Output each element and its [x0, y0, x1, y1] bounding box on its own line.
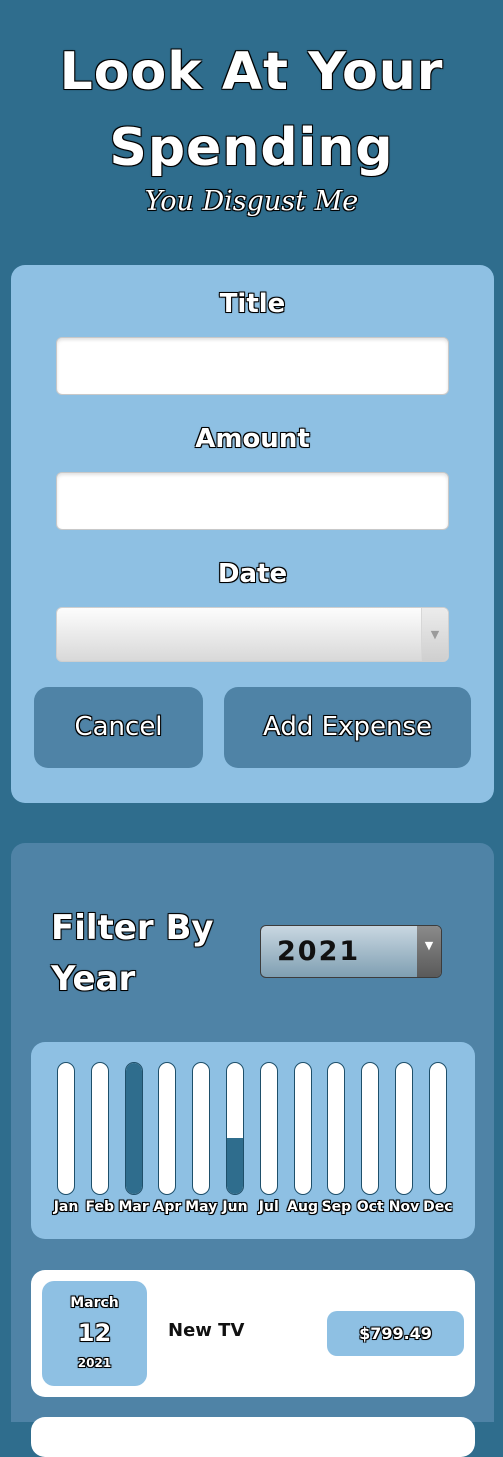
expenses-panel: Filter By Year 2021 ▼ Jan Feb Mar Apr May Jun… — [11, 843, 494, 1457]
page-title: Look At Your Spending — [59, 42, 444, 178]
year-filter-select[interactable]: 2021 ▼ — [260, 925, 442, 978]
cancel-button[interactable]: Cancel — [34, 687, 203, 768]
expense-date-day: 12 — [77, 1319, 112, 1347]
chart-bar-fill — [125, 1063, 142, 1194]
year-value: 2021 — [277, 936, 361, 967]
date-input[interactable]: ▼ — [56, 607, 449, 662]
expense-item: March 12 2021 New TV $799.49 — [31, 1270, 475, 1397]
date-label: Date — [217, 559, 288, 589]
chart-bar-may — [192, 1062, 211, 1195]
chevron-down-icon: ▼ — [417, 926, 441, 977]
chart-bar-sep — [327, 1062, 346, 1195]
title-label: Title — [219, 289, 286, 319]
expense-date: March 12 2021 — [42, 1281, 147, 1386]
expense-title: New TV — [168, 1320, 245, 1341]
chart-month-label: Dec — [423, 1199, 453, 1215]
chart-bar-fill — [227, 1138, 243, 1194]
chart-bar-jan — [57, 1062, 75, 1195]
amount-label: Amount — [195, 424, 310, 454]
chevron-down-icon: ▼ — [421, 608, 448, 661]
filter-label: Filter By Year — [51, 908, 214, 999]
chart-bar-apr — [158, 1062, 177, 1195]
chart-bar-dec — [428, 1062, 447, 1195]
expense-item — [31, 1417, 475, 1457]
expense-date-year: 2021 — [77, 1356, 112, 1370]
chart-bar-mar — [124, 1062, 143, 1195]
chart-bar-nov — [395, 1062, 413, 1195]
page-subtitle: You Disgust Me — [144, 186, 359, 217]
chart-bar-jul — [259, 1062, 278, 1195]
monthly-spending-chart: Jan Feb Mar Apr May Jun Jul Aug Sep Oct Nov Dec — [31, 1042, 475, 1239]
amount-input[interactable] — [56, 472, 449, 530]
chart-bar-aug — [293, 1062, 312, 1195]
expense-amount: $799.49 — [327, 1311, 464, 1356]
expense-date-month: March — [70, 1295, 119, 1311]
title-input[interactable] — [56, 337, 449, 395]
add-expense-button[interactable]: Add Expense — [224, 687, 471, 768]
new-expense-form: Title Amount Date ▼ Cancel Add Expense — [11, 265, 494, 803]
chart-bar-feb — [90, 1062, 109, 1195]
chart-bar-jun — [226, 1062, 244, 1195]
chart-bar-oct — [361, 1062, 380, 1195]
